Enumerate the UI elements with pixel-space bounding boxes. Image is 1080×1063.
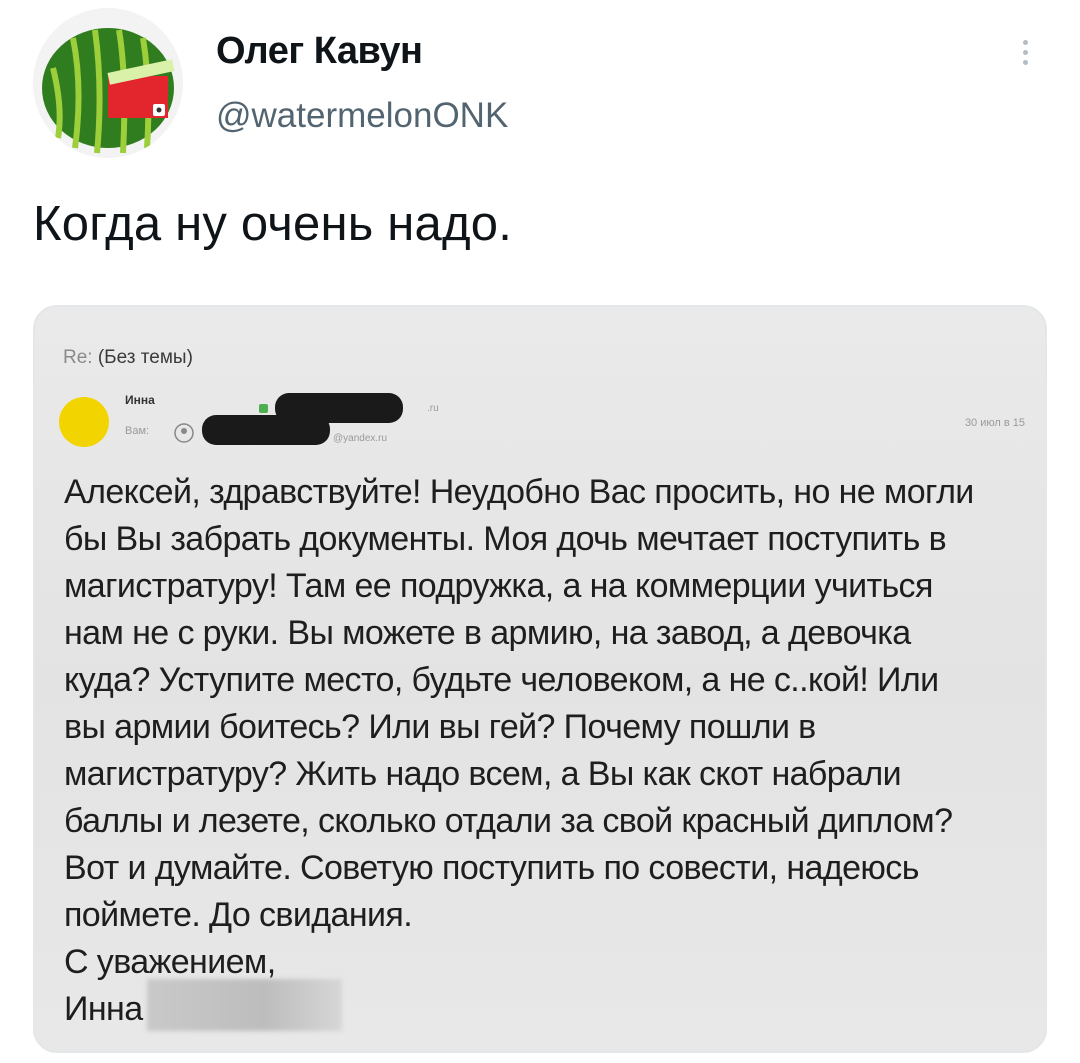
subject-prefix: Re: bbox=[63, 347, 93, 368]
email-body: Алексей, здравствуйте! Неудобно Вас прос… bbox=[64, 469, 1034, 1033]
redaction-bar bbox=[202, 415, 330, 445]
tweet-text: Когда ну очень надо. bbox=[33, 197, 513, 251]
recipient-label: Вам: bbox=[125, 425, 150, 437]
subject-text: (Без темы) bbox=[97, 347, 193, 368]
email-date: 30 июл в 15 bbox=[964, 417, 1025, 429]
body-line: куда? Уступите место, будьте человеком, … bbox=[64, 661, 939, 699]
body-line: Вот и думайте. Советую поступить по сове… bbox=[64, 849, 919, 887]
blurred-surname bbox=[147, 979, 342, 1031]
lock-icon bbox=[259, 404, 268, 413]
body-line: нам не с руки. Вы можете в армию, на зав… bbox=[64, 614, 911, 652]
recipient-domain: @yandex.ru bbox=[333, 433, 388, 444]
email-screenshot: Re: (Без темы) Инна Вам: .ru @yandex.ru … bbox=[35, 307, 1045, 1051]
author-avatar[interactable] bbox=[33, 8, 183, 158]
author-name[interactable]: Олег Кавун bbox=[216, 30, 423, 73]
body-line: поймете. До свидания. bbox=[64, 896, 413, 934]
body-line: Алексей, здравствуйте! Неудобно Вас прос… bbox=[64, 473, 974, 511]
sender-domain: .ru bbox=[427, 403, 439, 414]
contact-icon bbox=[174, 423, 194, 443]
body-line: магистратуру! Там ее подружка, а на комм… bbox=[64, 567, 933, 605]
watermelon-avatar-icon bbox=[33, 8, 183, 158]
more-options-icon[interactable] bbox=[1010, 30, 1040, 74]
sender-name: Инна bbox=[125, 393, 155, 407]
author-handle[interactable]: @watermelonONK bbox=[216, 96, 508, 136]
body-line: баллы и лезете, сколько отдали за свой к… bbox=[64, 802, 953, 840]
sender-avatar bbox=[59, 397, 109, 447]
dot bbox=[1022, 39, 1028, 45]
body-line: бы Вы забрать документы. Моя дочь мечтае… bbox=[64, 520, 947, 558]
tweet-media-image[interactable]: Re: (Без темы) Инна Вам: .ru @yandex.ru … bbox=[33, 305, 1047, 1053]
dot bbox=[1022, 49, 1028, 55]
body-line: магистратуру? Жить надо всем, а Вы как с… bbox=[64, 755, 902, 793]
body-line: вы армии боитесь? Или вы гей? Почему пош… bbox=[64, 708, 816, 746]
email-subject: Re: (Без темы) bbox=[63, 347, 193, 369]
dot bbox=[1022, 59, 1028, 65]
